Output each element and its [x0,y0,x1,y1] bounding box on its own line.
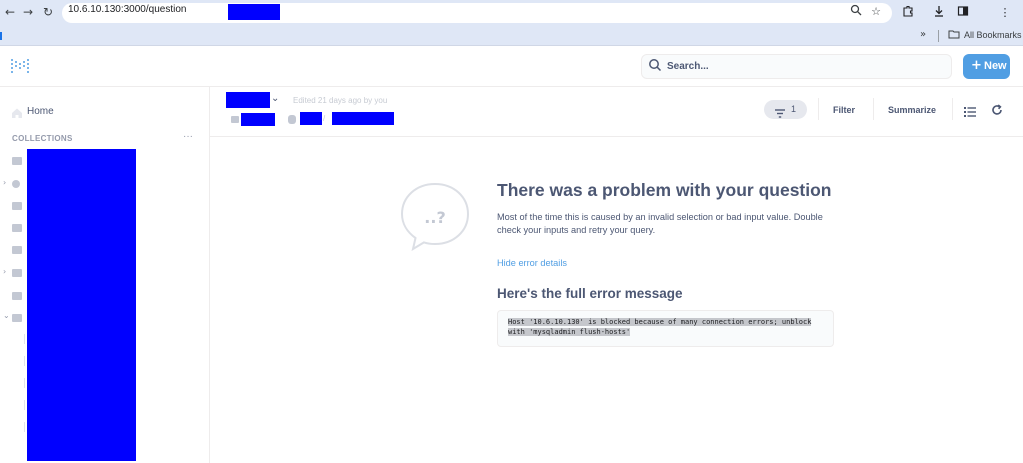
filter-count: 1 [791,104,797,114]
collection-folder-icon [12,224,22,232]
bookmark-marker [0,32,2,40]
bookmarks-overflow-icon[interactable]: » [920,29,926,40]
back-arrow-icon[interactable]: ← [2,4,18,20]
summarize-button[interactable]: Summarize [882,102,942,118]
new-button-label: New [984,60,1007,72]
reload-icon[interactable]: ↻ [40,4,56,20]
url-redaction [228,4,280,20]
bubble-text: ..? [424,208,445,227]
chevron-right-icon[interactable]: › [3,267,6,276]
bookmarks-bar [0,26,1023,46]
zoom-icon[interactable] [848,4,864,20]
collection-folder-icon [12,314,22,322]
error-message-line: with 'mysqladmin flush-hosts' [508,327,631,336]
collection-folder-icon [12,157,22,165]
tree-line [24,422,25,432]
database-name-redaction[interactable] [300,112,322,125]
side-panel-icon[interactable] [955,5,971,21]
collection-folder-icon [12,246,22,254]
tree-line [24,356,25,366]
error-message-line: Host '10.6.10.130' is blocked because of… [508,318,812,326]
question-bubble-icon: ..? [400,182,470,251]
error-title: There was a problem with your question [497,180,832,200]
bookmark-star-icon[interactable]: ☆ [868,4,884,20]
error-message: Host '10.6.10.130' is blocked because of… [508,318,828,337]
search-placeholder: Search... [667,61,709,72]
personal-collection-icon [12,180,20,188]
full-error-heading: Here's the full error message [497,286,683,301]
app-root: ← → ↻ 10.6.10.130:3000/question ☆ ⋮ » Al… [0,0,1023,463]
collection-folder-icon [12,292,22,300]
toolbar-divider [873,98,874,120]
hide-error-details-link[interactable]: Hide error details [497,258,567,268]
toolbar-divider [952,98,953,120]
table-name-redaction[interactable] [332,112,394,125]
address-bar-url: 10.6.10.130:3000/question [68,4,187,15]
tree-line [24,400,25,410]
error-description: Most of the time this is caused by an in… [497,212,823,235]
forward-arrow-icon[interactable]: → [20,4,36,20]
search-icon [648,58,662,72]
filter-icon [775,105,785,118]
database-icon [288,115,296,124]
breadcrumb-separator: / [323,114,326,123]
collection-folder-icon [12,269,22,277]
sidebar-item-home[interactable]: Home [27,106,54,117]
toolbar-divider [818,98,819,120]
refresh-icon[interactable] [991,103,1003,115]
question-title-redaction[interactable] [226,92,270,108]
collections-more-icon[interactable]: ··· [183,131,193,142]
collection-folder-icon [231,116,239,123]
collections-heading: COLLECTIONS [12,134,73,143]
folder-icon [948,29,960,42]
notebook-list-icon[interactable] [964,104,976,117]
collection-name-redaction[interactable] [241,113,275,126]
chevron-right-icon[interactable]: › [3,178,6,187]
tree-line [24,334,25,344]
extensions-icon[interactable] [900,5,916,21]
chevron-down-icon[interactable]: ⌄ [271,93,279,104]
address-bar[interactable] [62,3,892,23]
browser-menu-icon[interactable]: ⋮ [997,5,1013,21]
header-divider [210,136,1023,137]
collection-folder-icon [12,202,22,210]
collections-redaction [27,149,136,461]
bookmarks-divider [938,30,939,42]
home-icon [11,106,23,118]
plus-icon: + [971,58,982,73]
all-bookmarks-label[interactable]: All Bookmarks [964,30,1022,40]
tree-line [24,378,25,388]
filter-button[interactable]: Filter [826,102,862,118]
filter-count-badge[interactable] [764,100,807,119]
metabase-logo-icon[interactable] [11,59,29,73]
edited-timestamp[interactable]: Edited 21 days ago by you [293,96,387,105]
chevron-down-icon[interactable]: ⌄ [3,311,10,320]
new-button[interactable]: + New [963,54,1010,79]
download-icon[interactable] [931,5,947,21]
